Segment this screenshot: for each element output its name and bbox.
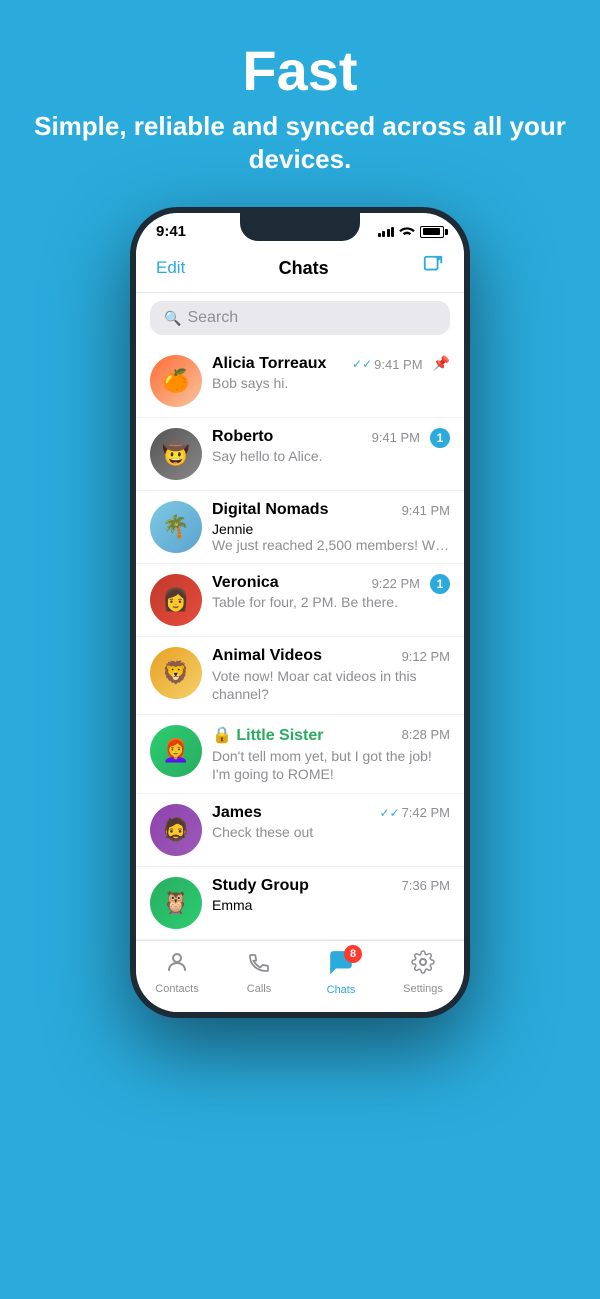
- chat-content-animal: Animal Videos 9:12 PM Vote now! Moar cat…: [212, 647, 450, 703]
- chat-time-james: ✓✓ 7:42 PM: [379, 805, 450, 820]
- chat-item-veronica[interactable]: 👩 Veronica 9:22 PM Table for four, 2 PM.…: [136, 564, 464, 637]
- search-icon: 🔍: [164, 310, 181, 327]
- chat-name-animal: Animal Videos: [212, 647, 322, 665]
- chat-name-veronica: Veronica: [212, 574, 279, 592]
- hero-title: Fast: [30, 40, 570, 102]
- chat-name-sister: 🔒 Little Sister: [212, 725, 324, 745]
- chat-item-james[interactable]: 🧔 James ✓✓ 7:42 PM Check these out: [136, 794, 464, 867]
- chat-item-sister[interactable]: 👩‍🦰 🔒 Little Sister 8:28 PM Don't tell m…: [136, 715, 464, 794]
- chat-content-roberto: Roberto 9:41 PM Say hello to Alice.: [212, 428, 420, 464]
- chat-time-roberto: 9:41 PM: [372, 430, 420, 445]
- chat-content-sister: 🔒 Little Sister 8:28 PM Don't tell mom y…: [212, 725, 450, 783]
- chat-time-sister: 8:28 PM: [402, 727, 450, 742]
- chat-name-james: James: [212, 804, 262, 822]
- contacts-icon: [165, 950, 189, 981]
- tab-chats-label: Chats: [327, 984, 356, 996]
- hero-section: Fast Simple, reliable and synced across …: [0, 0, 600, 207]
- chat-sender-digital: Jennie: [212, 521, 450, 537]
- search-bar: 🔍 Search: [136, 293, 464, 345]
- tab-calls[interactable]: Calls: [218, 950, 300, 995]
- unread-badge-veronica: 1: [430, 574, 450, 594]
- chat-item-alicia[interactable]: 🍊 Alicia Torreaux ✓✓ 9:41 PM Bob says hi…: [136, 345, 464, 418]
- tab-contacts-label: Contacts: [155, 983, 198, 995]
- hero-subtitle: Simple, reliable and synced across all y…: [30, 110, 570, 178]
- chats-icon: 8: [328, 949, 354, 982]
- chat-time-study: 7:36 PM: [402, 878, 450, 893]
- chat-time-digital: 9:41 PM: [402, 503, 450, 518]
- double-check-james-icon: ✓✓: [379, 806, 399, 820]
- tab-settings-label: Settings: [403, 983, 443, 995]
- chat-content-veronica: Veronica 9:22 PM Table for four, 2 PM. B…: [212, 574, 420, 610]
- settings-icon: [411, 950, 435, 981]
- status-bar: 9:41: [136, 213, 464, 246]
- notch: [240, 213, 360, 241]
- page-title: Chats: [279, 258, 329, 279]
- avatar-james: 🧔: [150, 804, 202, 856]
- chat-content-digital: Digital Nomads 9:41 PM Jennie We just re…: [212, 501, 450, 553]
- chat-preview-digital: We just reached 2,500 members! WOO!: [212, 537, 450, 553]
- status-icons: [378, 224, 445, 239]
- chats-badge: 8: [344, 945, 362, 963]
- chat-preview-alicia: Bob says hi.: [212, 375, 423, 391]
- chat-name-digital: Digital Nomads: [212, 501, 328, 519]
- chat-preview-roberto: Say hello to Alice.: [212, 448, 420, 464]
- chat-sender-study: Emma: [212, 897, 450, 913]
- chat-preview-animal: Vote now! Moar cat videos in this channe…: [212, 667, 450, 703]
- phone-mockup: 9:41 Edit Chats: [130, 207, 470, 1018]
- chat-name-alicia: Alicia Torreaux: [212, 355, 326, 373]
- compose-button[interactable]: [422, 254, 444, 282]
- battery-icon: [420, 226, 444, 238]
- status-time: 9:41: [156, 223, 186, 240]
- avatar-study: 🦉: [150, 877, 202, 929]
- edit-button[interactable]: Edit: [156, 258, 185, 278]
- signal-icon: [378, 227, 395, 237]
- avatar-digital: 🌴: [150, 501, 202, 553]
- chat-meta-veronica: 1: [430, 574, 450, 594]
- tab-calls-label: Calls: [247, 983, 271, 995]
- unread-badge-roberto: 1: [430, 428, 450, 448]
- chat-name-roberto: Roberto: [212, 428, 273, 446]
- chat-content-alicia: Alicia Torreaux ✓✓ 9:41 PM Bob says hi.: [212, 355, 423, 391]
- chat-item-digital[interactable]: 🌴 Digital Nomads 9:41 PM Jennie We just …: [136, 491, 464, 564]
- wifi-icon: [399, 224, 415, 239]
- chat-item-animal[interactable]: 🦁 Animal Videos 9:12 PM Vote now! Moar c…: [136, 637, 464, 714]
- nav-bar: Edit Chats: [136, 246, 464, 293]
- chat-item-roberto[interactable]: 🤠 Roberto 9:41 PM Say hello to Alice. 1: [136, 418, 464, 491]
- chat-item-study[interactable]: 🦉 Study Group 7:36 PM Emma: [136, 867, 464, 940]
- tab-bar: Contacts Calls 8 Chats: [136, 940, 464, 1012]
- chat-time-animal: 9:12 PM: [402, 649, 450, 664]
- chat-meta-alicia: 📌: [433, 355, 450, 372]
- chat-content-james: James ✓✓ 7:42 PM Check these out: [212, 804, 450, 840]
- avatar-roberto: 🤠: [150, 428, 202, 480]
- phone-screen: 9:41 Edit Chats: [136, 213, 464, 1012]
- tab-chats[interactable]: 8 Chats: [300, 949, 382, 996]
- chat-list: 🍊 Alicia Torreaux ✓✓ 9:41 PM Bob says hi…: [136, 345, 464, 940]
- chat-time-alicia: ✓✓ 9:41 PM: [352, 357, 423, 372]
- chat-content-study: Study Group 7:36 PM Emma: [212, 877, 450, 913]
- calls-icon: [247, 950, 271, 981]
- avatar-veronica: 👩: [150, 574, 202, 626]
- chat-meta-roberto: 1: [430, 428, 450, 448]
- tab-contacts[interactable]: Contacts: [136, 950, 218, 995]
- avatar-sister: 👩‍🦰: [150, 725, 202, 777]
- search-input[interactable]: 🔍 Search: [150, 301, 450, 335]
- chat-preview-veronica: Table for four, 2 PM. Be there.: [212, 594, 420, 610]
- chat-preview-james: Check these out: [212, 824, 450, 840]
- double-check-icon: ✓✓: [352, 357, 372, 371]
- chat-preview-sister: Don't tell mom yet, but I got the job! I…: [212, 747, 450, 783]
- avatar-animal: 🦁: [150, 647, 202, 699]
- tab-settings[interactable]: Settings: [382, 950, 464, 995]
- avatar-alicia: 🍊: [150, 355, 202, 407]
- chat-time-veronica: 9:22 PM: [372, 576, 420, 591]
- search-placeholder: Search: [187, 309, 238, 327]
- chat-name-study: Study Group: [212, 877, 309, 895]
- pin-icon: 📌: [433, 355, 450, 372]
